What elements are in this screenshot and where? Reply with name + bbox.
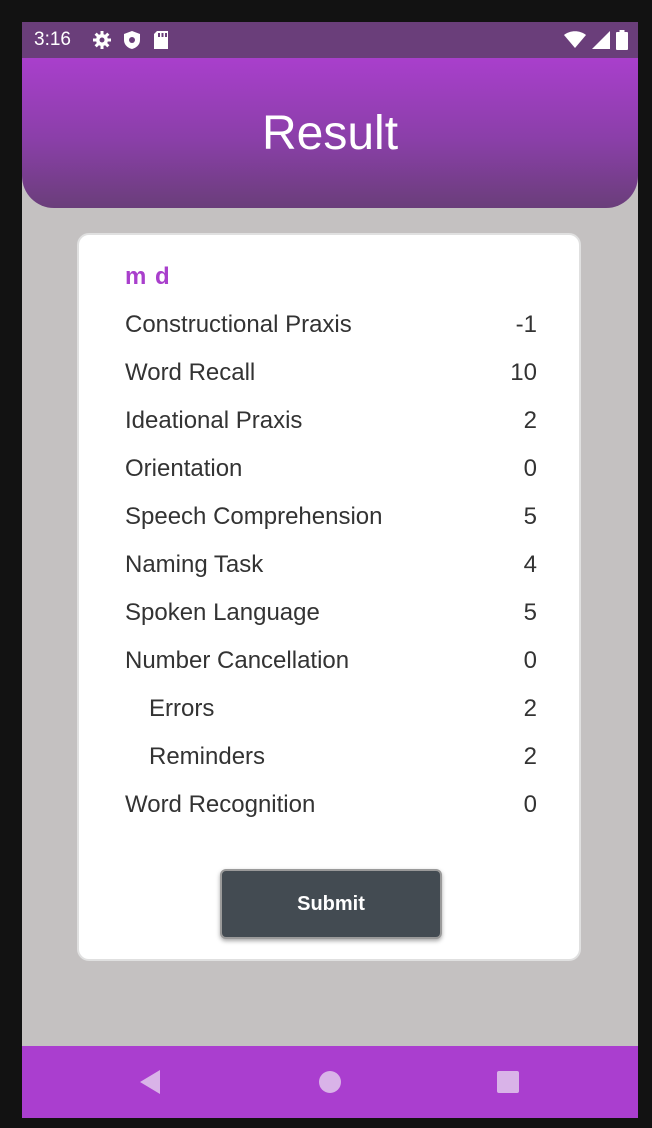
wifi-icon — [564, 31, 586, 49]
signal-icon — [592, 31, 610, 49]
score-value: 2 — [523, 407, 537, 434]
score-row-ideational-praxis: Ideational Praxis 2 — [125, 401, 537, 441]
status-time: 3:16 — [34, 29, 71, 50]
score-row-naming-task: Naming Task 4 — [125, 545, 537, 585]
score-value: 0 — [523, 791, 537, 818]
score-label: Orientation — [125, 455, 243, 482]
score-value: 5 — [523, 503, 537, 530]
submit-button[interactable]: Submit — [220, 869, 442, 939]
score-value: 4 — [523, 551, 537, 578]
score-row-spoken-language: Spoken Language 5 — [125, 593, 537, 633]
score-label: Ideational Praxis — [125, 407, 303, 434]
score-label: Constructional Praxis — [125, 311, 352, 338]
score-label: Speech Comprehension — [125, 503, 383, 530]
status-bar: 3:16 — [22, 22, 638, 58]
score-value: 5 — [523, 599, 537, 626]
user-name: m d — [125, 263, 171, 290]
back-icon[interactable] — [134, 1066, 166, 1098]
score-value: -1 — [515, 311, 537, 338]
score-value: 0 — [523, 647, 537, 674]
header: Result — [22, 58, 638, 208]
score-value: 2 — [523, 743, 537, 770]
score-row-number-cancellation: Number Cancellation 0 — [125, 641, 537, 681]
status-icons-right — [564, 30, 628, 50]
score-row-errors: Errors 2 — [125, 689, 537, 729]
device-frame: 3:16 Result m d Constructional Praxis -1… — [0, 0, 652, 1128]
sd-card-icon — [152, 30, 170, 50]
shield-icon — [122, 30, 142, 50]
score-label: Spoken Language — [125, 599, 320, 626]
score-label: Number Cancellation — [125, 647, 350, 674]
score-label: Word Recognition — [125, 791, 316, 818]
screen: 3:16 Result m d Constructional Praxis -1… — [22, 22, 638, 1118]
score-label: Errors — [149, 695, 215, 722]
recents-icon[interactable] — [492, 1066, 524, 1098]
page-title: Result — [261, 107, 399, 160]
score-value: 0 — [523, 455, 537, 482]
score-label: Naming Task — [125, 551, 264, 578]
status-icons-left — [92, 30, 170, 50]
score-value: 10 — [510, 359, 537, 386]
score-row-reminders: Reminders 2 — [125, 737, 537, 777]
score-row-word-recognition: Word Recognition 0 — [125, 785, 537, 825]
navigation-bar — [22, 1046, 638, 1118]
score-label: Reminders — [149, 743, 266, 770]
score-value: 2 — [523, 695, 537, 722]
gear-icon — [92, 30, 112, 50]
battery-icon — [616, 30, 628, 50]
score-row-speech-comprehension: Speech Comprehension 5 — [125, 497, 537, 537]
score-row-constructional-praxis: Constructional Praxis -1 — [125, 305, 537, 345]
result-card: m d Constructional Praxis -1 Word Recall… — [77, 233, 581, 961]
home-icon[interactable] — [314, 1066, 346, 1098]
score-row-word-recall: Word Recall 10 — [125, 353, 537, 393]
score-label: Word Recall — [125, 359, 256, 386]
score-row-orientation: Orientation 0 — [125, 449, 537, 489]
